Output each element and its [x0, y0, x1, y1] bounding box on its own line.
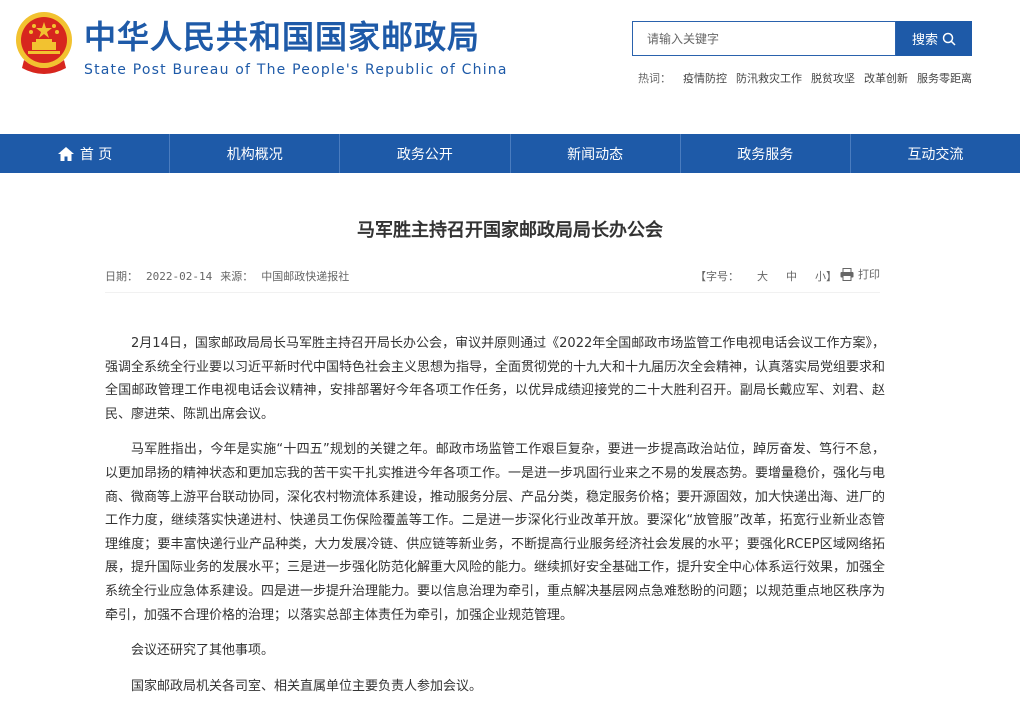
- hot-words-label: 热词：: [638, 72, 671, 85]
- main-nav: 首 页 机构概况 政务公开 新闻动态 政务服务 互动交流: [0, 134, 1020, 173]
- print-button[interactable]: 打印: [840, 266, 880, 282]
- site-title-cn[interactable]: 中华人民共和国国家邮政局: [84, 12, 480, 58]
- search-button-label: 搜索: [911, 32, 938, 47]
- nav-item-about[interactable]: 机构概况: [170, 134, 341, 173]
- article-paragraph: 国家邮政局机关各司室、相关直属单位主要负责人参加会议。: [131, 678, 483, 694]
- hot-word-link[interactable]: 服务零距离: [917, 72, 972, 85]
- article-meta: 日期： 2022-02-14 来源： 中国邮政快递报社: [105, 268, 357, 284]
- search-input[interactable]: [632, 21, 896, 56]
- divider: [105, 292, 880, 293]
- article-paragraph: 2月14日，国家邮政局局长马军胜主持召开局长办公会，审议并原则通过《2022年全…: [105, 336, 886, 422]
- nav-item-interaction[interactable]: 互动交流: [851, 134, 1020, 173]
- font-size-label: 【字号：: [695, 270, 739, 283]
- site-header: 中华人民共和国国家邮政局 State Post Bureau of The Pe…: [0, 0, 1020, 134]
- hot-words: 热词： 疫情防控 防汛救灾工作 脱贫攻坚 改革创新 服务零距离: [638, 70, 981, 86]
- article-source: 中国邮政快递报社: [261, 270, 350, 283]
- nav-item-label: 互动交流: [907, 146, 964, 163]
- nav-item-news[interactable]: 新闻动态: [511, 134, 681, 173]
- date-label: 日期：: [105, 270, 138, 283]
- nav-item-label: 政务公开: [396, 146, 453, 163]
- print-label: 打印: [858, 268, 880, 281]
- hot-word-link[interactable]: 疫情防控: [683, 72, 727, 85]
- article-title: 马军胜主持召开国家邮政局局长办公会: [357, 220, 663, 241]
- article-body: 2月14日，国家邮政局局长马军胜主持召开局长办公会，审议并原则通过《2022年全…: [105, 332, 885, 709]
- font-size-small[interactable]: 小】: [815, 270, 837, 283]
- hot-word-link[interactable]: 脱贫攻坚: [811, 72, 855, 85]
- printer-icon: [840, 267, 854, 281]
- source-label: 来源：: [220, 270, 254, 283]
- search-button[interactable]: 搜索: [896, 21, 972, 56]
- nav-item-services[interactable]: 政务服务: [681, 134, 851, 173]
- hot-word-link[interactable]: 改革创新: [864, 72, 908, 85]
- nav-item-government-affairs[interactable]: 政务公开: [340, 134, 511, 173]
- font-size-medium[interactable]: 中: [786, 270, 797, 283]
- home-icon: [57, 146, 74, 161]
- nav-item-label: 机构概况: [226, 146, 283, 163]
- search-icon: [942, 32, 956, 46]
- nav-item-home[interactable]: 首 页: [0, 134, 171, 173]
- article-date: 2022-02-14: [146, 270, 213, 283]
- national-emblem-icon[interactable]: [14, 10, 74, 76]
- nav-item-label: 新闻动态: [567, 146, 624, 163]
- nav-item-label: 首 页: [79, 146, 113, 163]
- nav-item-label: 政务服务: [737, 146, 794, 163]
- site-title-en[interactable]: State Post Bureau of The People's Republ…: [84, 62, 508, 78]
- hot-word-link[interactable]: 防汛救灾工作: [736, 72, 802, 85]
- article-paragraph: 会议还研究了其他事项。: [131, 643, 275, 659]
- article-paragraph: 马军胜指出，今年是实施“十四五”规划的关键之年。邮政市场监管工作艰巨复杂，要进一…: [105, 442, 886, 623]
- font-size-control: 【字号： 大 中 小】: [695, 268, 855, 284]
- font-size-large[interactable]: 大: [757, 270, 768, 283]
